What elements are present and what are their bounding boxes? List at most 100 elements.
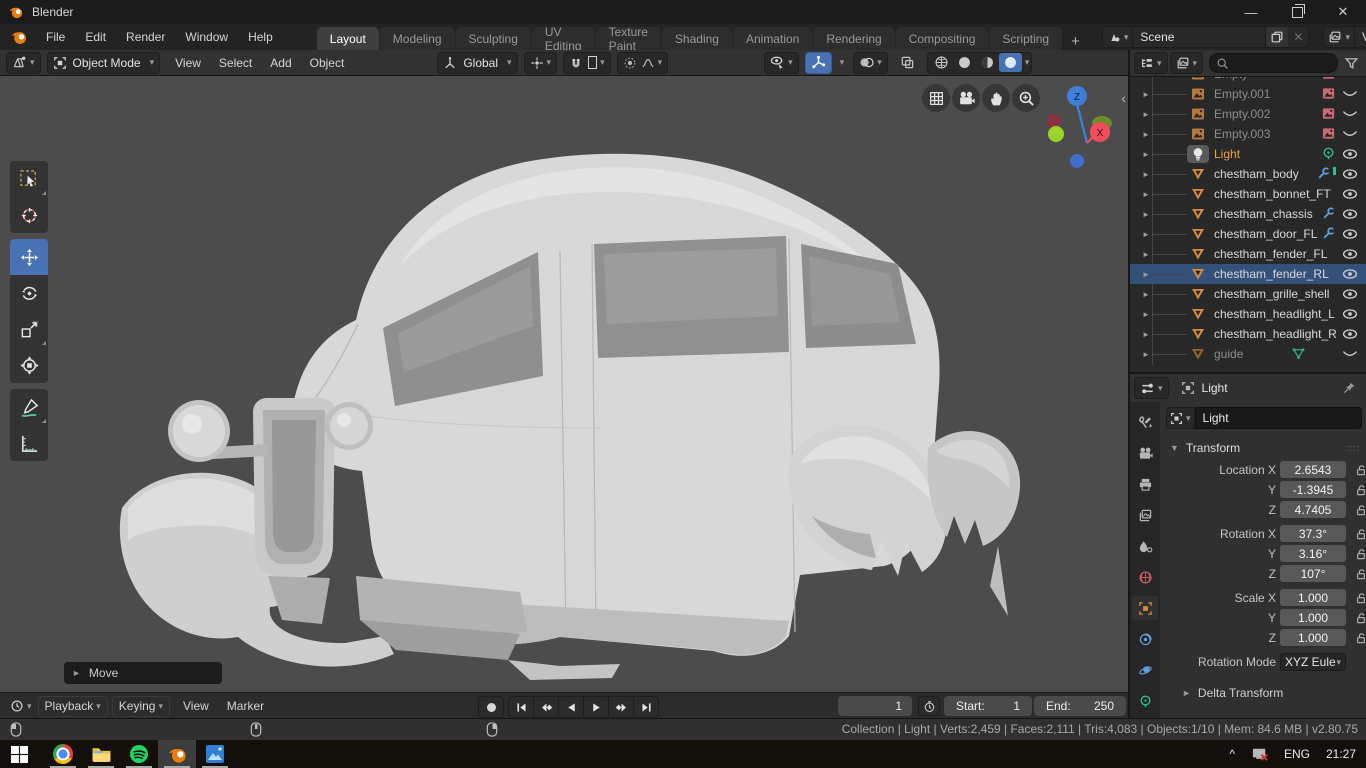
proportional-edit-group[interactable]: ▾ bbox=[617, 52, 669, 74]
shading-solid-button[interactable] bbox=[953, 53, 976, 72]
clock-time[interactable]: 21:27 bbox=[1326, 747, 1356, 761]
expand-arrow-icon[interactable]: ► bbox=[1142, 270, 1150, 279]
lock-open-icon[interactable] bbox=[1354, 527, 1366, 541]
taskbar-chrome[interactable] bbox=[44, 740, 82, 768]
new-scene-button[interactable] bbox=[1265, 27, 1288, 47]
menu-edit[interactable]: Edit bbox=[75, 30, 116, 44]
expand-arrow-icon[interactable]: ► bbox=[1142, 170, 1150, 179]
eye-open-icon[interactable] bbox=[1342, 226, 1358, 242]
expand-arrow-icon[interactable]: ► bbox=[1142, 190, 1150, 199]
minimize-button[interactable]: — bbox=[1228, 0, 1274, 24]
tab-physics[interactable] bbox=[1132, 658, 1158, 682]
object-name-field[interactable]: Light bbox=[1195, 407, 1362, 429]
scene-browse-button[interactable]: ▾ bbox=[1103, 27, 1134, 47]
filter-funnel-icon[interactable] bbox=[1344, 56, 1359, 71]
timeline-view-menu[interactable]: View bbox=[174, 699, 218, 713]
outliner-row-chestham-fender-fl[interactable]: ► chestham_fender_FL bbox=[1130, 244, 1366, 264]
eye-open-icon[interactable] bbox=[1342, 146, 1358, 162]
eye-open-icon[interactable] bbox=[1342, 186, 1358, 202]
scene-name[interactable]: Scene bbox=[1133, 30, 1265, 44]
tab-output[interactable] bbox=[1132, 472, 1158, 496]
view-layer-browse-button[interactable]: ▾ bbox=[1324, 27, 1355, 47]
shading-rendered-button[interactable] bbox=[999, 53, 1022, 72]
use-preview-range-button[interactable] bbox=[918, 696, 940, 716]
menu-file[interactable]: File bbox=[36, 30, 75, 44]
tab-object[interactable] bbox=[1132, 596, 1158, 620]
lock-open-icon[interactable] bbox=[1354, 463, 1366, 477]
outliner-row-chestham-fender-rl-selected[interactable]: ► chestham_fender_RL bbox=[1130, 264, 1366, 284]
shading-material-button[interactable] bbox=[976, 53, 999, 72]
tab-modeling[interactable]: Modeling bbox=[380, 27, 455, 50]
taskbar-blender-active[interactable] bbox=[158, 740, 196, 768]
pan-view-button[interactable] bbox=[982, 84, 1010, 112]
expand-arrow-icon[interactable]: ► bbox=[1142, 130, 1150, 139]
tab-rendering[interactable]: Rendering bbox=[813, 27, 894, 50]
tab-animation[interactable]: Animation bbox=[733, 27, 812, 50]
expand-arrow-icon[interactable]: ► bbox=[1142, 310, 1150, 319]
eye-closed-icon[interactable] bbox=[1342, 346, 1358, 362]
unlink-scene-button[interactable]: ✕ bbox=[1288, 30, 1308, 44]
tool-select-box[interactable] bbox=[10, 161, 48, 197]
eye-closed-icon[interactable] bbox=[1342, 86, 1358, 102]
gizmo-dropdown[interactable]: ▾ bbox=[834, 52, 848, 74]
orthographic-toggle-button[interactable] bbox=[922, 84, 950, 112]
expand-arrow-icon[interactable]: ► bbox=[1142, 210, 1150, 219]
taskbar-spotify[interactable] bbox=[120, 740, 158, 768]
viewport-3d[interactable]: Z X ‹ ► Move bbox=[0, 76, 1128, 692]
lock-open-icon[interactable] bbox=[1354, 503, 1366, 517]
tab-shading[interactable]: Shading bbox=[662, 27, 732, 50]
frame-start-field[interactable]: Start:1 bbox=[944, 696, 1032, 716]
scale-y-field[interactable]: 1.000 bbox=[1280, 609, 1346, 626]
tab-texture-paint[interactable]: Texture Paint bbox=[596, 27, 661, 50]
scale-x-field[interactable]: 1.000 bbox=[1280, 589, 1346, 606]
add-workspace-button[interactable]: + bbox=[1063, 33, 1088, 50]
visibility-dropdown[interactable]: ▾ bbox=[764, 52, 799, 74]
navigation-gizmo[interactable]: Z X bbox=[1040, 82, 1120, 174]
tab-layout[interactable]: Layout bbox=[317, 27, 379, 50]
editor-type-button[interactable]: ▾ bbox=[6, 52, 41, 74]
lock-open-icon[interactable] bbox=[1354, 483, 1366, 497]
tab-object-data[interactable] bbox=[1132, 689, 1158, 713]
eye-open-icon[interactable] bbox=[1342, 246, 1358, 262]
lock-open-icon[interactable] bbox=[1354, 631, 1366, 645]
tool-measure[interactable] bbox=[10, 425, 48, 461]
rotation-z-field[interactable]: 107° bbox=[1280, 565, 1346, 582]
outliner-scope-dropdown[interactable]: ▾ bbox=[1170, 52, 1204, 74]
xray-toggle[interactable] bbox=[894, 52, 921, 74]
rotation-x-field[interactable]: 37.3° bbox=[1280, 525, 1346, 542]
location-y-field[interactable]: -1.3945 bbox=[1280, 481, 1346, 498]
tab-world[interactable] bbox=[1132, 565, 1158, 589]
tool-annotate[interactable] bbox=[10, 389, 48, 425]
menu-object[interactable]: Object bbox=[301, 56, 354, 70]
tab-scene[interactable] bbox=[1132, 534, 1158, 558]
outliner-row-chestham-body[interactable]: ► chestham_body bbox=[1130, 164, 1366, 184]
transform-panel-header[interactable]: ▼ Transform :::: bbox=[1160, 436, 1366, 460]
jump-to-end-button[interactable] bbox=[633, 696, 659, 718]
eye-open-icon[interactable] bbox=[1342, 166, 1358, 182]
location-x-field[interactable]: 2.6543 bbox=[1280, 461, 1346, 478]
lock-open-icon[interactable] bbox=[1354, 547, 1366, 561]
taskbar-photos[interactable] bbox=[196, 740, 234, 768]
tab-view-layer[interactable] bbox=[1132, 503, 1158, 527]
car-body-model[interactable] bbox=[0, 76, 1128, 692]
zoom-view-button[interactable] bbox=[1012, 84, 1040, 112]
operator-panel[interactable]: ► Move bbox=[64, 662, 222, 684]
eye-closed-icon[interactable] bbox=[1342, 126, 1358, 142]
scale-z-field[interactable]: 1.000 bbox=[1280, 629, 1346, 646]
transform-orientation-dropdown[interactable]: Global▾ bbox=[437, 52, 517, 74]
outliner-row-empty-001[interactable]: ► Empty.001 bbox=[1130, 84, 1366, 104]
previous-keyframe-button[interactable] bbox=[533, 696, 558, 718]
location-z-field[interactable]: 4.7405 bbox=[1280, 501, 1346, 518]
eye-open-icon[interactable] bbox=[1342, 326, 1358, 342]
properties-editor-type-button[interactable]: ▾ bbox=[1134, 377, 1169, 399]
play-reverse-button[interactable] bbox=[558, 696, 583, 718]
outliner-row-chestham-chassis[interactable]: ► chestham_chassis bbox=[1130, 204, 1366, 224]
outliner-row-chestham-headlight-r[interactable]: ► chestham_headlight_R bbox=[1130, 324, 1366, 344]
expand-arrow-icon[interactable]: ► bbox=[1142, 77, 1150, 79]
playback-menu[interactable]: Playback▾ bbox=[38, 696, 108, 717]
tab-tool[interactable] bbox=[1132, 410, 1158, 434]
timeline-editor-type-button[interactable]: ▾ bbox=[4, 695, 38, 717]
pin-icon[interactable] bbox=[1342, 381, 1356, 395]
camera-view-button[interactable] bbox=[952, 84, 980, 112]
delta-transform-panel-header[interactable]: ► Delta Transform bbox=[1160, 682, 1366, 704]
